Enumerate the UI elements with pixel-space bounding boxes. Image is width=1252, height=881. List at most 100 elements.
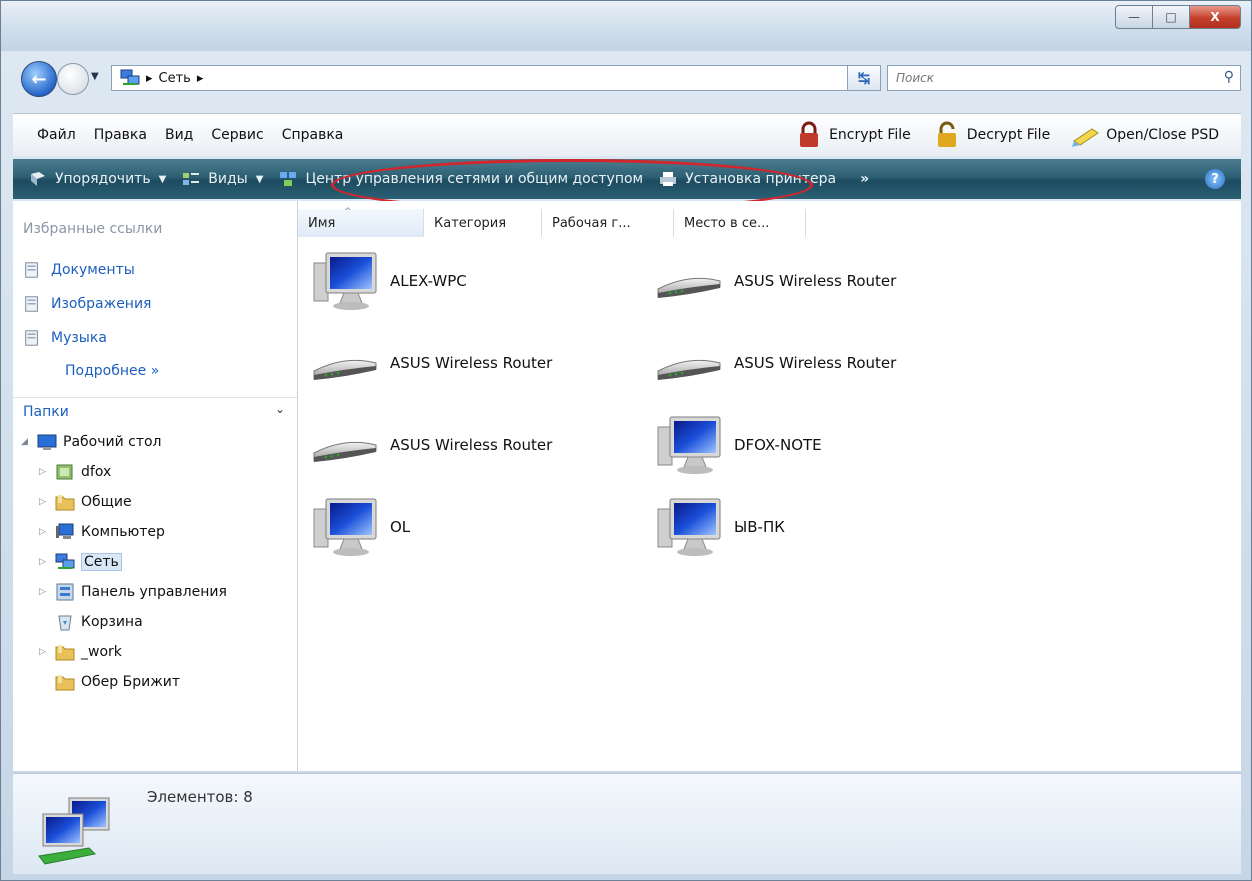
breadcrumb-sep-icon: ▸ [146, 70, 153, 86]
back-arrow-icon: ← [31, 68, 47, 90]
pictures-icon [23, 295, 41, 313]
tree-label: Сеть [81, 553, 122, 571]
more-commands-icon: » [860, 171, 870, 187]
control-panel-icon [56, 583, 74, 601]
item-label: ASUS Wireless Router [734, 272, 897, 290]
column-category[interactable]: Категория [424, 209, 542, 237]
breadcrumb-sep-icon[interactable]: ▸ [197, 71, 204, 86]
network-computers-icon [38, 797, 110, 865]
menu-tools[interactable]: Сервис [211, 127, 263, 143]
tree-label: _work [81, 644, 122, 660]
computer-icon [654, 495, 724, 559]
expand-icon[interactable]: ▷ [39, 467, 51, 477]
tree-item-dfox[interactable]: ▷ dfox [39, 463, 111, 481]
menu-edit[interactable]: Правка [94, 127, 147, 143]
address-bar[interactable]: ▸ Сеть ▸ ▼ [111, 65, 871, 91]
title-bar: — □ X [1, 1, 1251, 51]
tree-item-desktop[interactable]: ◢ Рабочий стол [21, 433, 162, 451]
column-headers: ^ Имя Категория Рабочая г... Место в се.… [298, 207, 806, 237]
menu-bar: Файл Правка Вид Сервис Справка Encrypt F… [13, 113, 1241, 156]
favorite-music[interactable]: Музыка [23, 329, 107, 347]
expand-icon[interactable]: ▷ [39, 497, 51, 507]
tree-item-control-panel[interactable]: ▷ Панель управления [39, 583, 227, 601]
folder-icon [55, 673, 75, 691]
favorite-pictures[interactable]: Изображения [23, 295, 151, 313]
close-button[interactable]: X [1189, 5, 1241, 29]
views-dropdown-icon: ▼ [255, 173, 264, 185]
network-item-router[interactable]: ASUS Wireless Router [654, 249, 896, 313]
folder-icon [55, 643, 75, 661]
column-label: Имя [308, 215, 336, 231]
tree-item-network[interactable]: ▷ Сеть [39, 553, 122, 571]
favorites-more-link[interactable]: Подробнее » [65, 363, 159, 379]
help-icon[interactable]: ? [1205, 169, 1225, 189]
menu-view[interactable]: Вид [165, 127, 193, 143]
expand-icon[interactable]: ▷ [39, 527, 51, 537]
favorite-documents[interactable]: Документы [23, 261, 135, 279]
column-name[interactable]: ^ Имя [298, 207, 424, 237]
favorite-label: Музыка [51, 330, 107, 346]
column-network-location[interactable]: Место в се... [674, 209, 806, 237]
tree-item-public[interactable]: ▷ Общие [39, 493, 132, 511]
lock-gold-icon [937, 121, 956, 147]
folders-header[interactable]: Папки ⌄ [13, 397, 297, 426]
pen-icon [1072, 128, 1100, 147]
forward-button[interactable] [57, 63, 89, 95]
documents-icon [23, 261, 41, 279]
network-item-router[interactable]: ASUS Wireless Router [310, 331, 552, 395]
item-label: DFOX-NOTE [734, 436, 822, 454]
expand-icon[interactable]: ▷ [39, 647, 51, 657]
organize-button[interactable]: Упорядочить ▼ [29, 171, 166, 187]
more-commands-button[interactable]: » [860, 171, 869, 187]
desktop-icon [37, 434, 57, 450]
favorite-label: Изображения [51, 296, 152, 312]
router-icon [654, 249, 724, 313]
tree-item-computer[interactable]: ▷ Компьютер [39, 523, 165, 541]
column-workgroup[interactable]: Рабочая г... [542, 209, 674, 237]
network-item-ol[interactable]: OL [310, 495, 410, 559]
tree-item-work[interactable]: ▷ _work [39, 643, 122, 661]
network-item-alex-wpc[interactable]: ALEX-WPC [310, 249, 467, 313]
views-button[interactable]: Виды ▼ [182, 171, 263, 187]
network-item-router[interactable]: ASUS Wireless Router [310, 413, 552, 477]
tree-item-ober-brizhit[interactable]: Обер Брижит [55, 673, 180, 691]
menu-file[interactable]: Файл [37, 127, 76, 143]
item-label: ASUS Wireless Router [734, 354, 897, 372]
add-printer-label: Установка принтера [685, 171, 837, 187]
search-input[interactable] [894, 66, 1198, 90]
menu-help[interactable]: Справка [282, 127, 344, 143]
history-dropdown-icon[interactable]: ▼ [91, 71, 99, 82]
breadcrumb-network[interactable]: Сеть [159, 71, 191, 86]
collapse-icon[interactable]: ◢ [21, 437, 33, 447]
search-box[interactable]: ⚲ [887, 65, 1241, 91]
network-item-dfox-note[interactable]: DFOX-NOTE [654, 413, 822, 477]
printer-icon [660, 172, 677, 186]
item-label: OL [390, 518, 411, 536]
chevron-down-icon[interactable]: ⌄ [275, 402, 285, 416]
expand-icon[interactable]: ▷ [39, 557, 51, 567]
expand-icon[interactable]: ▷ [39, 587, 51, 597]
encrypt-file-button[interactable]: Encrypt File [795, 121, 911, 149]
organize-dropdown-icon: ▼ [158, 173, 167, 185]
add-printer-button[interactable]: Установка принтера [659, 171, 836, 187]
open-close-psd-button[interactable]: Open/Close PSD [1072, 121, 1219, 149]
lock-red-icon [800, 121, 819, 147]
minimize-button[interactable]: — [1115, 5, 1153, 29]
favorites-title: Избранные ссылки [23, 221, 163, 237]
music-icon [23, 329, 41, 347]
network-center-button[interactable]: Центр управления сетями и общим доступом [279, 171, 643, 187]
router-icon [654, 331, 724, 395]
back-button[interactable]: ← [21, 61, 57, 97]
sort-ascending-icon: ^ [344, 207, 352, 217]
organize-icon [31, 172, 45, 186]
item-label: ЫВ-ПК [734, 518, 785, 536]
network-item-router[interactable]: ASUS Wireless Router [654, 331, 896, 395]
maximize-button[interactable]: □ [1152, 5, 1190, 29]
decrypt-file-button[interactable]: Decrypt File [933, 121, 1050, 149]
computer-icon [56, 523, 74, 539]
search-icon[interactable]: ⚲ [1224, 69, 1234, 85]
network-item-yv-pk[interactable]: ЫВ-ПК [654, 495, 785, 559]
refresh-button[interactable]: ↹ [847, 65, 881, 91]
organize-label: Упорядочить [55, 171, 151, 187]
tree-item-recycle-bin[interactable]: Корзина [55, 613, 143, 631]
